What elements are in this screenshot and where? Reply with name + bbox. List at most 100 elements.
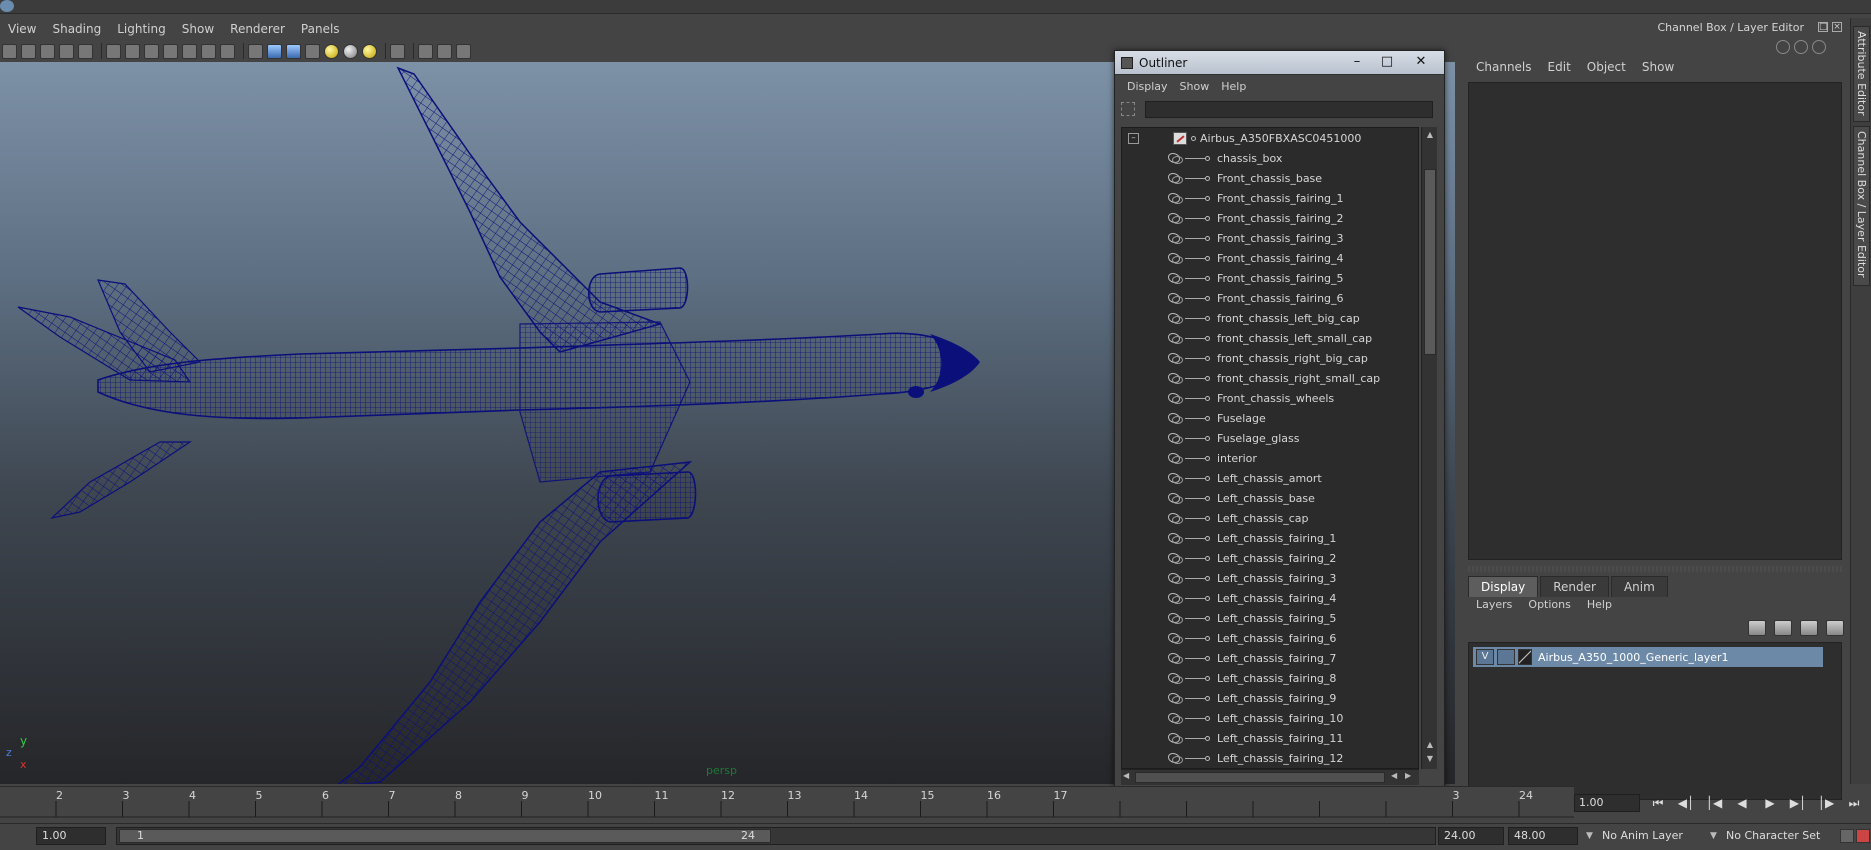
auto-key-icon[interactable] (1856, 829, 1870, 843)
outliner-item[interactable]: interior (1122, 448, 1418, 468)
new-layer-icon[interactable] (1800, 620, 1818, 636)
menu-lighting[interactable]: Lighting (109, 22, 174, 36)
xray-icon[interactable] (418, 43, 433, 59)
menu-show[interactable]: Show (174, 22, 222, 36)
outliner-item[interactable]: Front_chassis_fairing_4 (1122, 248, 1418, 268)
layers-menu[interactable]: Layers (1468, 598, 1520, 611)
outliner-item[interactable]: Left_chassis_fairing_4 (1122, 588, 1418, 608)
step-forward-frame-button[interactable]: ▶│ (1786, 794, 1810, 812)
high-quality-lighting-icon[interactable] (362, 43, 377, 59)
scroll-left-icon[interactable]: ◀ (1391, 771, 1397, 780)
layer-visibility-toggle[interactable]: V (1476, 649, 1494, 665)
outliner-item[interactable]: front_chassis_right_big_cap (1122, 348, 1418, 368)
outliner-item[interactable]: Fuselage_glass (1122, 428, 1418, 448)
hscroll-thumb[interactable] (1135, 772, 1385, 783)
safe-title-icon[interactable] (220, 43, 235, 59)
layer-row[interactable]: V Airbus_A350_1000_Generic_layer1 (1473, 647, 1823, 667)
channels-menu[interactable]: Channels (1468, 60, 1540, 74)
move-layer-down-icon[interactable] (1774, 620, 1792, 636)
menu-view[interactable]: View (0, 22, 44, 36)
outliner-horizontal-scrollbar[interactable]: ◀ ◀ ▶ (1121, 769, 1419, 785)
outliner-item[interactable]: front_chassis_right_small_cap (1122, 368, 1418, 388)
end-time-field[interactable]: 24.00 (1438, 827, 1504, 845)
minimize-icon[interactable]: – (1345, 53, 1369, 71)
outliner-item[interactable]: Front_chassis_fairing_5 (1122, 268, 1418, 288)
outliner-item[interactable]: Left_chassis_fairing_12 (1122, 748, 1418, 768)
step-back-key-button[interactable]: ◀│ (1674, 794, 1698, 812)
outliner-item[interactable]: Left_chassis_fairing_5 (1122, 608, 1418, 628)
tab-display[interactable]: Display (1468, 576, 1539, 597)
tab-channel-box-layer-editor[interactable]: Channel Box / Layer Editor (1853, 126, 1870, 286)
object-menu[interactable]: Object (1579, 60, 1634, 74)
outliner-item[interactable]: Front_chassis_wheels (1122, 388, 1418, 408)
outliner-search-input[interactable] (1145, 100, 1433, 118)
outliner-item[interactable]: Left_chassis_amort (1122, 468, 1418, 488)
textured-icon[interactable] (305, 43, 320, 59)
outliner-item[interactable]: Front_chassis_fairing_6 (1122, 288, 1418, 308)
shadows-icon[interactable] (343, 43, 358, 59)
outliner-item[interactable]: Left_chassis_fairing_9 (1122, 688, 1418, 708)
outliner-menu-show[interactable]: Show (1174, 80, 1216, 93)
outliner-item[interactable]: Left_chassis_cap (1122, 508, 1418, 528)
tab-render[interactable]: Render (1540, 576, 1609, 597)
select-camera-icon[interactable] (2, 43, 17, 59)
isolate-select-icon[interactable] (390, 43, 405, 59)
wireframe-on-shaded-icon[interactable] (286, 43, 301, 59)
range-handle[interactable] (119, 829, 771, 843)
scroll-right-icon[interactable]: ▶ (1405, 771, 1411, 780)
gate-mask-icon[interactable] (163, 43, 178, 59)
menu-renderer[interactable]: Renderer (222, 22, 293, 36)
step-back-frame-button[interactable]: │◀ (1702, 794, 1726, 812)
wireframe-icon[interactable] (248, 43, 263, 59)
outliner-item[interactable]: Left_chassis_fairing_10 (1122, 708, 1418, 728)
grid-icon[interactable] (106, 43, 121, 59)
outliner-item[interactable]: Fuselage (1122, 408, 1418, 428)
close-icon[interactable]: ✕ (1409, 53, 1433, 71)
speed-icon[interactable] (1794, 40, 1808, 54)
outliner-item[interactable]: Left_chassis_fairing_8 (1122, 668, 1418, 688)
scroll-up-icon[interactable]: ▲ (1424, 739, 1436, 751)
scroll-thumb[interactable] (1424, 169, 1436, 355)
outliner-vertical-scrollbar[interactable]: ▲ ▲ ▼ (1421, 127, 1437, 769)
film-gate-icon[interactable] (125, 43, 140, 59)
layer-color-swatch[interactable] (1518, 649, 1532, 665)
camera-attributes-icon[interactable] (21, 43, 36, 59)
tab-anim[interactable]: Anim (1610, 576, 1668, 597)
outliner-item[interactable]: Left_chassis_fairing_3 (1122, 568, 1418, 588)
layer-playback-toggle[interactable] (1497, 649, 1515, 665)
channel-list-area[interactable] (1468, 82, 1842, 560)
outliner-item[interactable]: front_chassis_left_big_cap (1122, 308, 1418, 328)
float-panel-icon[interactable]: □ (1818, 22, 1828, 32)
outliner-root-item[interactable]: – Airbus_A350FBXASC0451000 (1122, 128, 1418, 148)
resolution-gate-icon[interactable] (144, 43, 159, 59)
outliner-item[interactable]: chassis_box (1122, 148, 1418, 168)
outliner-item[interactable]: Left_chassis_base (1122, 488, 1418, 508)
options-menu[interactable]: Options (1520, 598, 1578, 611)
scroll-up-icon[interactable]: ▲ (1424, 129, 1436, 141)
anim-layer-dropdown[interactable]: ▼ No Anim Layer (1586, 827, 1706, 845)
outliner-item[interactable]: front_chassis_left_small_cap (1122, 328, 1418, 348)
new-layer-from-selected-icon[interactable] (1826, 620, 1844, 636)
outliner-item[interactable]: Left_chassis_fairing_6 (1122, 628, 1418, 648)
use-all-lights-icon[interactable] (324, 43, 339, 59)
outliner-item[interactable]: Front_chassis_fairing_2 (1122, 208, 1418, 228)
menu-panels[interactable]: Panels (293, 22, 348, 36)
step-forward-key-button[interactable]: │▶ (1814, 794, 1838, 812)
panel-splitter[interactable] (1468, 566, 1842, 572)
outliner-tree[interactable]: – Airbus_A350FBXASC0451000 chassis_box Fr… (1121, 127, 1419, 769)
go-to-end-button[interactable]: ⏭ (1842, 794, 1866, 812)
help-menu[interactable]: Help (1579, 598, 1620, 611)
tab-attribute-editor[interactable]: Attribute Editor (1853, 26, 1870, 122)
show-menu[interactable]: Show (1634, 60, 1682, 74)
collapse-icon[interactable]: – (1128, 132, 1139, 144)
move-layer-up-icon[interactable] (1748, 620, 1766, 636)
image-plane-icon[interactable] (59, 43, 74, 59)
max-time-field[interactable]: 48.00 (1508, 827, 1578, 845)
time-ruler[interactable]: 2 3 4 5 6 7 8 9 10 11 12 13 14 15 16 17 3 24 (0, 787, 1574, 820)
current-time-field[interactable]: 1.00 (1574, 794, 1640, 812)
play-forward-button[interactable]: ▶ (1758, 794, 1782, 812)
outliner-item[interactable]: Left_chassis_fairing_1 (1122, 528, 1418, 548)
outliner-menu-display[interactable]: Display (1121, 80, 1174, 93)
outliner-titlebar[interactable]: Outliner – □ ✕ (1115, 51, 1444, 75)
scroll-left-icon[interactable]: ◀ (1123, 771, 1129, 780)
